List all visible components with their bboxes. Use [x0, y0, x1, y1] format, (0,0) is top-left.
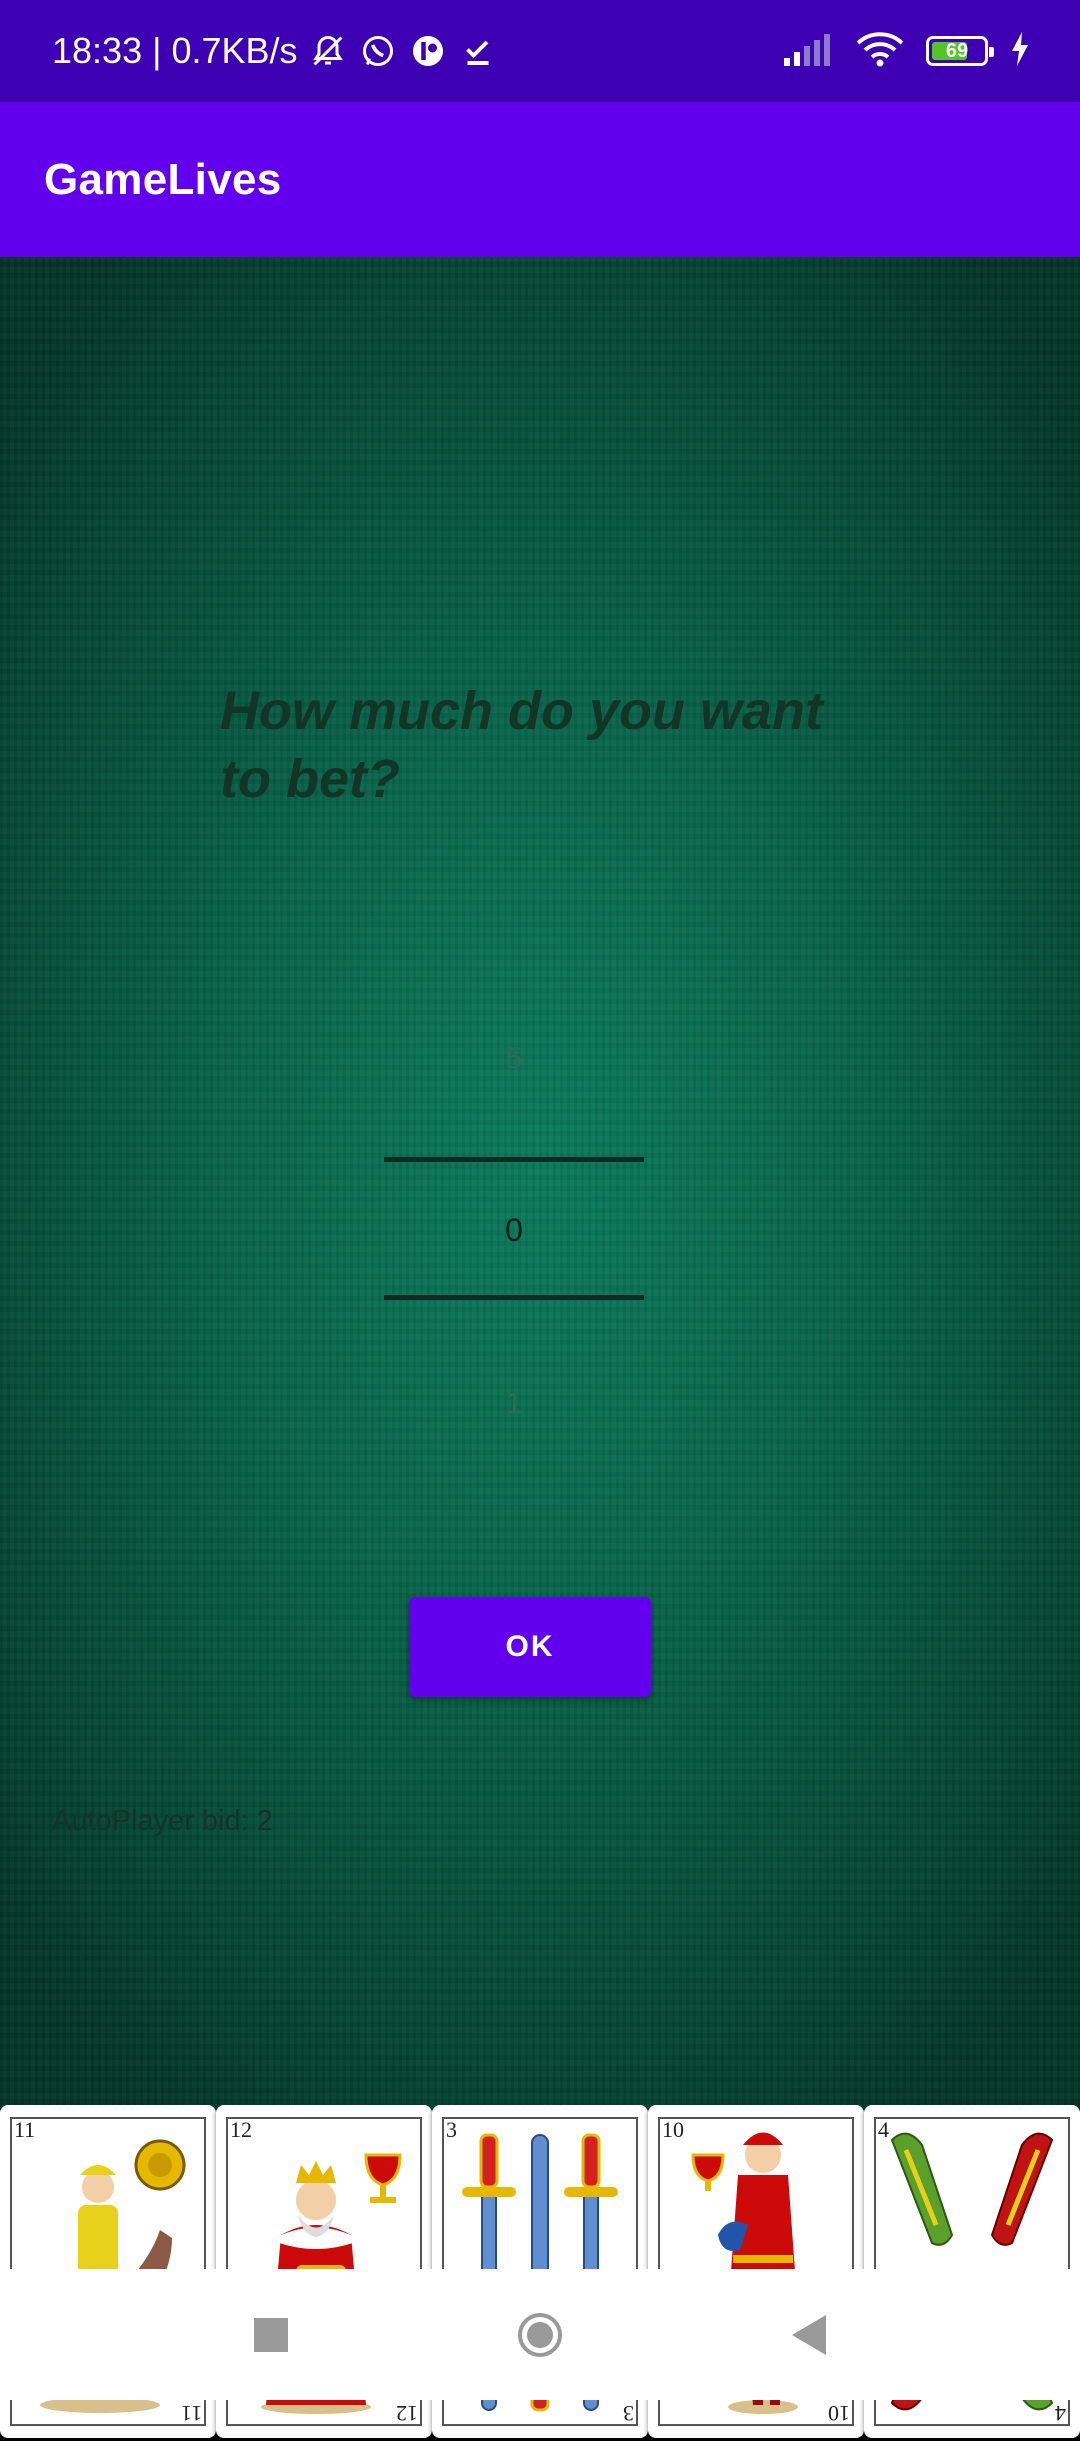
bet-question: How much do you want to bet?	[220, 681, 823, 809]
app-bar: GameLives	[0, 102, 1080, 257]
picker-divider-bottom	[384, 1295, 644, 1300]
battery-level: 69	[945, 39, 969, 62]
picker-next-value[interactable]: 1	[384, 1387, 644, 1421]
app-title: GameLives	[44, 154, 282, 204]
picker-previous-value[interactable]: 5	[384, 1042, 644, 1076]
picker-divider-top	[384, 1157, 644, 1162]
autoplayer-bid-text: AutoPlayer bid: 2	[52, 1805, 273, 1837]
picker-current-value[interactable]: 0	[384, 1212, 644, 1249]
signal-icon	[782, 32, 834, 71]
wifi-icon	[856, 31, 904, 72]
status-time-speed: 18:33 | 0.7KB/s	[52, 30, 298, 71]
ok-button[interactable]: OK	[409, 1597, 651, 1697]
status-bar: 18:33 | 0.7KB/s 69	[0, 0, 1080, 102]
status-right: 69	[782, 0, 1030, 102]
status-left: 18:33 | 0.7KB/s	[52, 0, 498, 102]
download-done-icon	[458, 31, 498, 71]
battery-icon: 69	[926, 36, 994, 66]
charging-icon	[1010, 31, 1030, 71]
bell-off-icon	[308, 31, 348, 71]
navigation-bar	[0, 2269, 1080, 2400]
home-button[interactable]	[518, 2312, 562, 2357]
game-table: How much do you want to bet? 5 0 1 OK Au…	[0, 257, 1080, 2438]
back-button[interactable]	[792, 2314, 826, 2355]
app-icon	[408, 31, 448, 71]
recents-button[interactable]	[254, 2317, 288, 2352]
whatsapp-icon	[358, 31, 398, 71]
